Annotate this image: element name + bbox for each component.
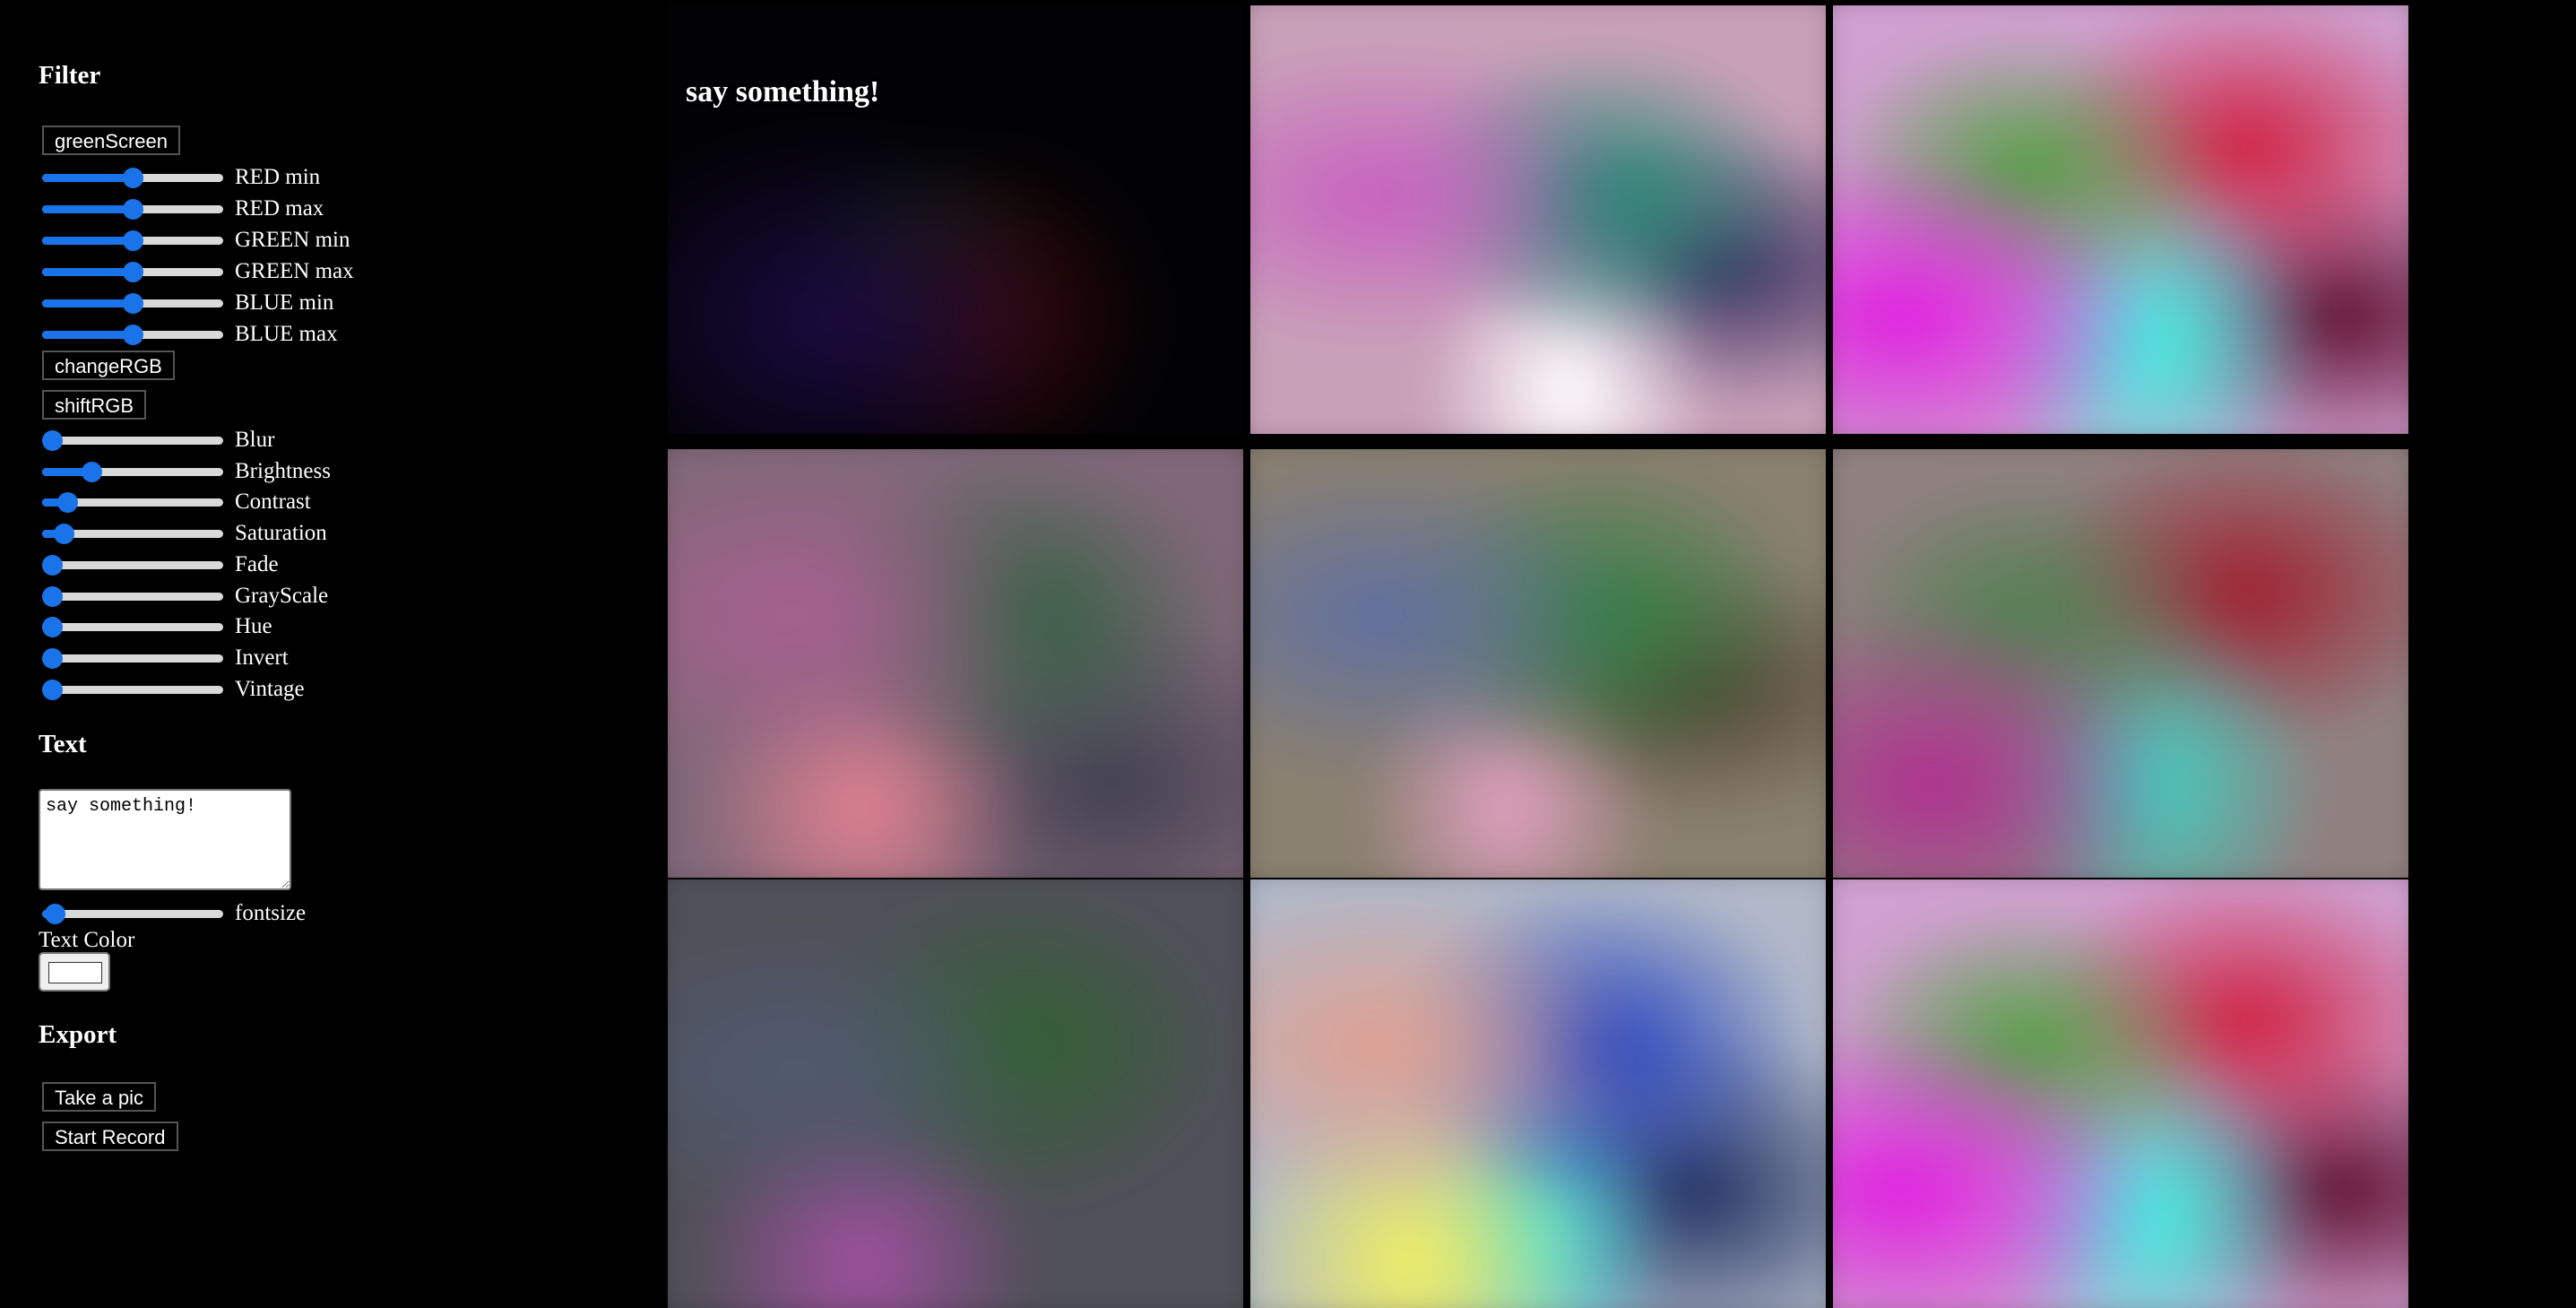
video-preview-grid: say something!	[668, 5, 2408, 1308]
text-input[interactable]	[39, 789, 291, 890]
preview-cell: say something!	[668, 5, 1243, 434]
slider-thumb[interactable]	[42, 585, 63, 607]
slider-thumb[interactable]	[57, 492, 79, 514]
green-max-slider[interactable]	[42, 262, 223, 282]
slider-thumb[interactable]	[42, 647, 63, 669]
red-max-slider[interactable]	[42, 199, 223, 220]
vintage-slider[interactable]	[42, 679, 223, 700]
slider-thumb[interactable]	[123, 262, 143, 282]
green-min-slider[interactable]	[42, 230, 223, 251]
slider-thumb[interactable]	[42, 617, 63, 638]
preview-cell	[1833, 879, 2408, 1308]
preview-cell	[1833, 5, 2408, 434]
change-rgb-button[interactable]: changeRGB	[42, 351, 175, 380]
slider-label: Brightness	[235, 458, 331, 483]
filter-heading: Filter	[39, 61, 101, 90]
preview-cell	[668, 449, 1243, 878]
text-color-label: Text Color	[39, 928, 135, 952]
slider-label: RED min	[235, 165, 321, 189]
preview-cell	[1250, 449, 1826, 878]
blue-min-slider[interactable]	[42, 293, 223, 314]
fontsize-label: fontsize	[235, 901, 307, 925]
fontsize-slider[interactable]	[42, 904, 223, 924]
slider-label: GREEN max	[235, 259, 354, 283]
slider-label: Invert	[235, 645, 289, 670]
grayscale-slider[interactable]	[42, 585, 223, 607]
brightness-slider[interactable]	[42, 461, 223, 482]
slider-thumb[interactable]	[123, 325, 143, 345]
slider-thumb[interactable]	[42, 430, 63, 451]
slider-label: Vintage	[235, 676, 305, 701]
slider-label: GrayScale	[235, 583, 329, 608]
slider-thumb[interactable]	[42, 679, 63, 700]
slider-thumb[interactable]	[45, 904, 66, 924]
shift-rgb-button[interactable]: shiftRGB	[42, 390, 147, 420]
slider-thumb[interactable]	[123, 199, 143, 220]
red-min-slider[interactable]	[42, 168, 223, 188]
slider-label: GREEN min	[235, 228, 350, 252]
slider-thumb[interactable]	[123, 168, 143, 188]
text-color-picker[interactable]	[39, 952, 110, 992]
slider-thumb[interactable]	[54, 524, 75, 545]
saturation-slider[interactable]	[42, 524, 223, 545]
slider-thumb[interactable]	[123, 230, 143, 251]
overlay-text: say something!	[686, 75, 880, 108]
hue-slider[interactable]	[42, 617, 223, 638]
contrast-slider[interactable]	[42, 492, 223, 514]
slider-thumb[interactable]	[123, 293, 143, 314]
start-record-button[interactable]: Start Record	[42, 1122, 178, 1151]
slider-label: Fade	[235, 551, 279, 576]
control-panel: Filter greenScreen RED min RED max GREEN m…	[0, 0, 627, 1298]
slider-label: Saturation	[235, 521, 327, 546]
preview-cell	[1250, 879, 1826, 1308]
slider-thumb[interactable]	[81, 461, 102, 482]
slider-label: BLUE max	[235, 322, 338, 346]
slider-label: BLUE min	[235, 290, 334, 315]
fade-slider[interactable]	[42, 554, 223, 576]
green-screen-button[interactable]: greenScreen	[42, 126, 180, 155]
slider-label: RED max	[235, 196, 324, 221]
blur-slider[interactable]	[42, 430, 223, 451]
slider-thumb[interactable]	[42, 554, 63, 576]
slider-label: Contrast	[235, 489, 311, 515]
take-pic-button[interactable]: Take a pic	[42, 1082, 157, 1112]
preview-cell	[1250, 5, 1826, 434]
preview-cell	[1833, 449, 2408, 878]
slider-label: Blur	[235, 428, 275, 452]
text-heading: Text	[39, 730, 87, 758]
invert-slider[interactable]	[42, 647, 223, 669]
slider-label: Hue	[235, 614, 272, 639]
blue-max-slider[interactable]	[42, 325, 223, 345]
preview-cell	[668, 879, 1243, 1308]
export-heading: Export	[39, 1020, 117, 1049]
